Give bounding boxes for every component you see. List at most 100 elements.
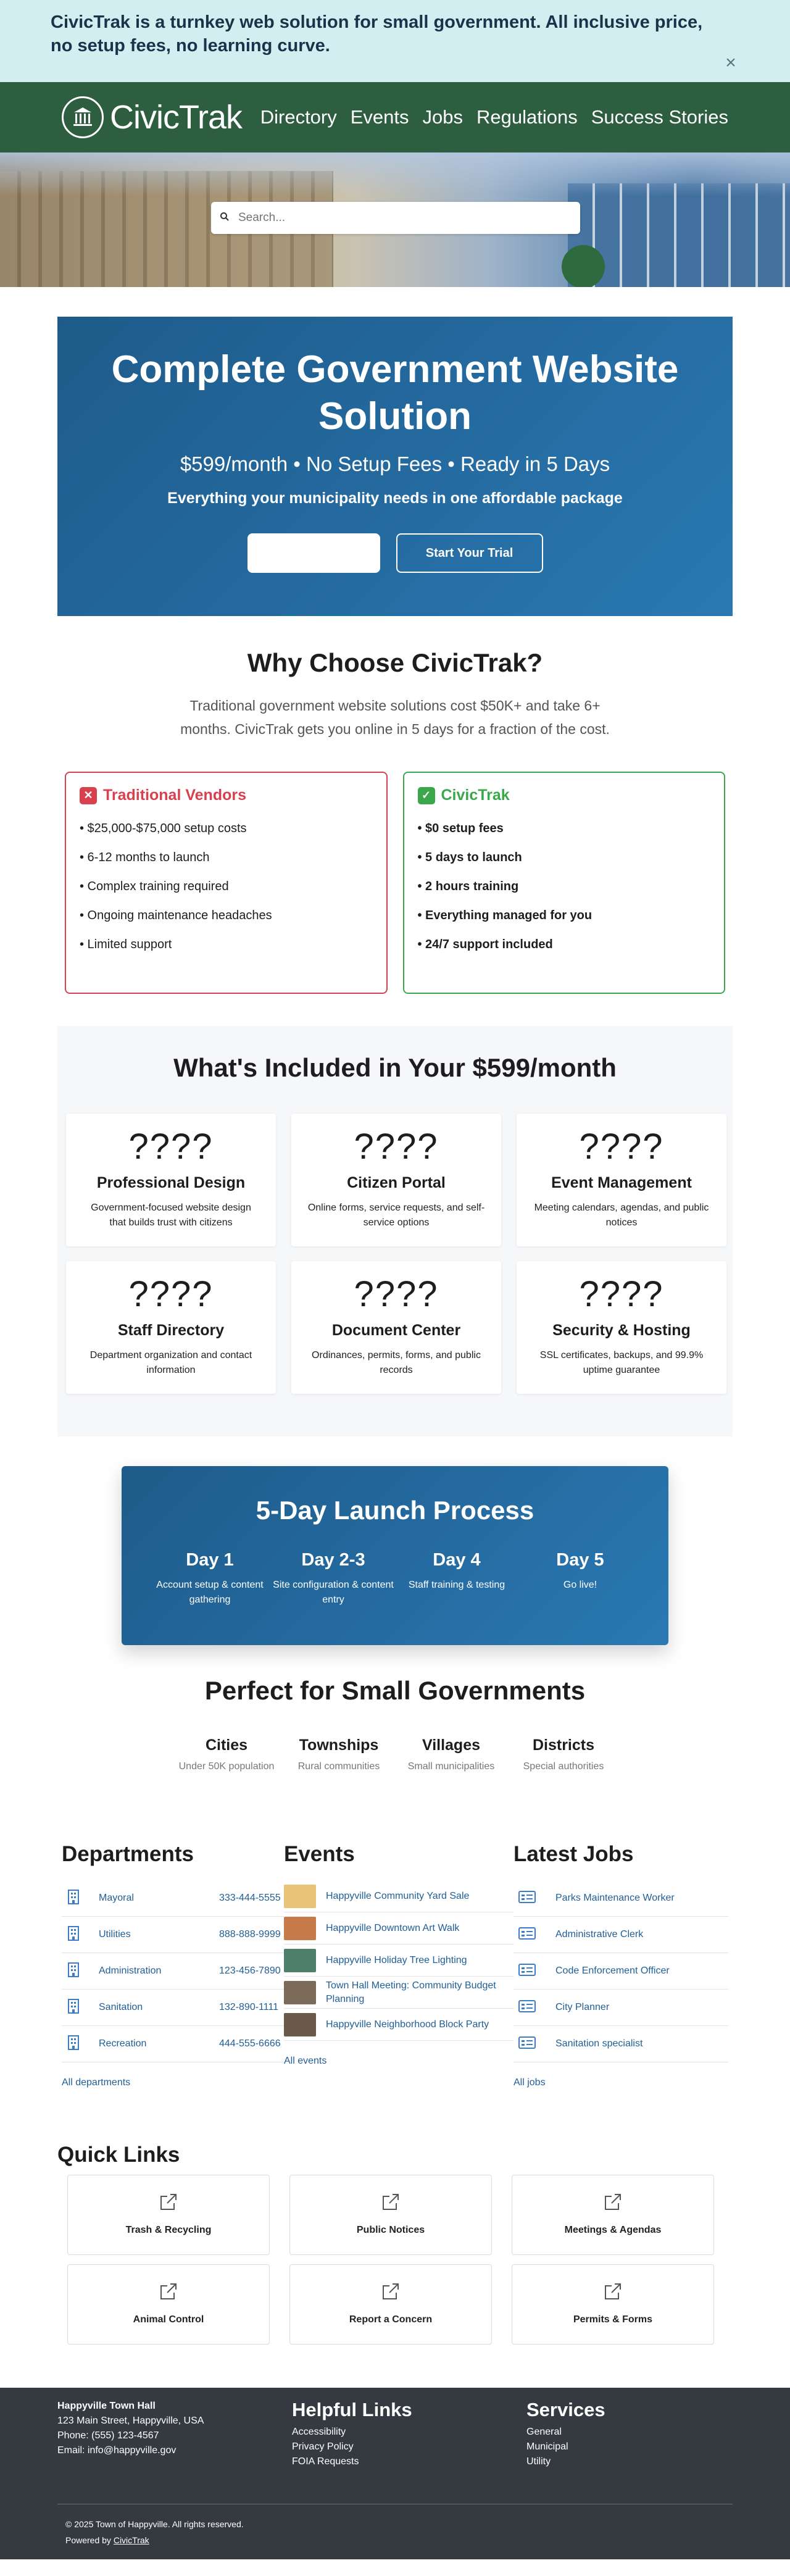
audience-type: Cities Under 50K population bbox=[170, 1736, 283, 1774]
job-title[interactable]: Sanitation specialist bbox=[555, 2038, 642, 2049]
external-link-icon bbox=[160, 2194, 177, 2210]
quick-link-card[interactable]: Trash & Recycling bbox=[67, 2175, 270, 2255]
step-day: Day 5 bbox=[556, 1550, 604, 1570]
view-pricing-button[interactable]: View Pricing bbox=[247, 533, 380, 573]
department-row[interactable]: Utilities 888-888-9999 bbox=[62, 1917, 284, 1953]
launch-step: Day 1 Account setup & content gathering bbox=[148, 1550, 272, 1607]
job-title[interactable]: Code Enforcement Officer bbox=[555, 1965, 670, 1977]
job-row[interactable]: Sanitation specialist bbox=[514, 2026, 728, 2062]
all-events-link[interactable]: All events bbox=[284, 2056, 514, 2067]
feature-icon: ???? bbox=[579, 1274, 664, 1314]
traditional-list: • $25,000-$75,000 setup costs • 6-12 mon… bbox=[80, 822, 373, 952]
feature-text: SSL certificates, backups, and 99.9% upt… bbox=[539, 1350, 704, 1375]
announcement-text: CivicTrak is a turnkey web solution for … bbox=[51, 12, 703, 56]
quick-link-card[interactable]: Meetings & Agendas bbox=[512, 2175, 714, 2255]
jobs-title: Latest Jobs bbox=[514, 1842, 634, 1866]
feature-title: Professional Design bbox=[96, 1174, 246, 1191]
footer-link-privacy[interactable]: Privacy Policy bbox=[292, 2440, 526, 2454]
department-row[interactable]: Administration 123-456-7890 bbox=[62, 1953, 284, 1990]
footer-service-municipal[interactable]: Municipal bbox=[526, 2440, 605, 2454]
quick-links-title: Quick Links bbox=[57, 2143, 180, 2167]
quick-link-card[interactable]: Animal Control bbox=[67, 2264, 270, 2345]
quick-link-label: Report a Concern bbox=[349, 2314, 433, 2325]
job-row[interactable]: Parks Maintenance Worker bbox=[514, 1880, 728, 1917]
department-name[interactable]: Administration bbox=[99, 1965, 219, 1977]
nav-regulations[interactable]: Regulations bbox=[476, 106, 578, 128]
department-phone[interactable]: 888-888-9999 bbox=[219, 1929, 284, 1940]
start-trial-button[interactable]: Start Your Trial bbox=[396, 533, 543, 573]
included-title: What's Included in Your $599/month bbox=[173, 1053, 617, 1082]
logo[interactable]: CivicTrak bbox=[62, 96, 243, 138]
quick-link-card[interactable]: Public Notices bbox=[289, 2175, 492, 2255]
event-row[interactable]: Happyville Community Yard Sale bbox=[284, 1880, 514, 1912]
all-jobs-link[interactable]: All jobs bbox=[514, 2077, 728, 2088]
audience-name: Districts bbox=[532, 1736, 595, 1754]
why-text: Traditional government website solutions… bbox=[180, 698, 610, 737]
launch-step: Day 4 Staff training & testing bbox=[395, 1550, 518, 1607]
quick-link-card[interactable]: Report a Concern bbox=[289, 2264, 492, 2345]
department-name[interactable]: Recreation bbox=[99, 2038, 219, 2049]
list-item: • 2 hours training bbox=[417, 880, 519, 893]
department-name[interactable]: Utilities bbox=[99, 1929, 219, 1940]
department-phone[interactable]: 333-444-5555 bbox=[219, 1893, 284, 1904]
footer-powered-by: Powered by CivicTrak bbox=[65, 2532, 244, 2548]
id-card-icon bbox=[514, 1999, 555, 2015]
footer-phone: Phone: (555) 123-4567 bbox=[57, 2430, 159, 2441]
job-row[interactable]: City Planner bbox=[514, 1990, 728, 2026]
job-title[interactable]: Administrative Clerk bbox=[555, 1929, 643, 1940]
event-title[interactable]: Happyville Community Yard Sale bbox=[326, 1890, 469, 1903]
logo-text: CivicTrak bbox=[110, 99, 243, 136]
footer-link-accessibility[interactable]: Accessibility bbox=[292, 2425, 526, 2440]
department-row[interactable]: Sanitation 132-890-1111 bbox=[62, 1990, 284, 2026]
step-day: Day 4 bbox=[433, 1550, 481, 1570]
event-title[interactable]: Happyville Downtown Art Walk bbox=[326, 1922, 459, 1935]
list-item: • Ongoing maintenance headaches bbox=[80, 909, 272, 922]
audience-section: Perfect for Small Governments Cities Und… bbox=[0, 1676, 790, 1774]
job-title[interactable]: Parks Maintenance Worker bbox=[555, 1893, 675, 1904]
civictrak-link[interactable]: CivicTrak bbox=[114, 2535, 149, 2545]
event-thumbnail bbox=[284, 1980, 316, 2004]
department-row[interactable]: Mayoral 333-444-5555 bbox=[62, 1880, 284, 1917]
footer-link-foia[interactable]: FOIA Requests bbox=[292, 2454, 526, 2469]
job-row[interactable]: Administrative Clerk bbox=[514, 1917, 728, 1953]
nav-success-stories[interactable]: Success Stories bbox=[591, 106, 728, 128]
all-departments-link[interactable]: All departments bbox=[62, 2077, 284, 2088]
search-input[interactable] bbox=[238, 211, 572, 225]
step-text: Account setup & content gathering bbox=[156, 1580, 264, 1605]
job-title[interactable]: City Planner bbox=[555, 2002, 609, 2013]
department-name[interactable]: Sanitation bbox=[99, 2002, 219, 2013]
department-name[interactable]: Mayoral bbox=[99, 1893, 219, 1904]
external-link-icon bbox=[383, 2283, 399, 2299]
event-row[interactable]: Happyville Downtown Art Walk bbox=[284, 1912, 514, 1945]
footer-service-general[interactable]: General bbox=[526, 2425, 605, 2440]
event-title[interactable]: Town Hall Meeting: Community Budget Plan… bbox=[326, 1979, 514, 2006]
department-phone[interactable]: 123-456-7890 bbox=[219, 1965, 284, 1977]
id-card-icon bbox=[514, 1890, 555, 1906]
nav-jobs[interactable]: Jobs bbox=[423, 106, 463, 128]
building-icon bbox=[62, 1962, 99, 1981]
event-title[interactable]: Happyville Neighborhood Block Party bbox=[326, 2018, 489, 2032]
event-row[interactable]: Town Hall Meeting: Community Budget Plan… bbox=[284, 1977, 514, 2009]
event-row[interactable]: Happyville Holiday Tree Lighting bbox=[284, 1945, 514, 1977]
traditional-title: ✕ Traditional Vendors bbox=[80, 786, 373, 804]
feature-card: ???? Citizen Portal Online forms, servic… bbox=[291, 1114, 501, 1246]
external-link-icon bbox=[605, 2194, 621, 2210]
job-row[interactable]: Code Enforcement Officer bbox=[514, 1953, 728, 1990]
close-icon[interactable]: × bbox=[722, 54, 739, 72]
feature-title: Document Center bbox=[331, 1322, 461, 1339]
nav-events[interactable]: Events bbox=[351, 106, 409, 128]
department-phone[interactable]: 132-890-1111 bbox=[219, 2002, 284, 2013]
main-nav: Directory Events Jobs Regulations Succes… bbox=[260, 106, 728, 128]
audience-types: Cities Under 50K population Townships Ru… bbox=[0, 1736, 790, 1774]
event-title[interactable]: Happyville Holiday Tree Lighting bbox=[326, 1954, 467, 1967]
site-header: CivicTrak Directory Events Jobs Regulati… bbox=[0, 82, 790, 152]
footer-service-utility[interactable]: Utility bbox=[526, 2454, 605, 2469]
department-row[interactable]: Recreation 444-555-6666 bbox=[62, 2026, 284, 2062]
list-item: • Everything managed for you bbox=[417, 909, 592, 922]
quick-link-card[interactable]: Permits & Forms bbox=[512, 2264, 714, 2345]
nav-directory[interactable]: Directory bbox=[260, 106, 337, 128]
event-row[interactable]: Happyville Neighborhood Block Party bbox=[284, 2009, 514, 2041]
department-phone[interactable]: 444-555-6666 bbox=[219, 2038, 284, 2049]
list-item: • 24/7 support included bbox=[417, 938, 553, 951]
step-text: Site configuration & content entry bbox=[273, 1580, 394, 1605]
